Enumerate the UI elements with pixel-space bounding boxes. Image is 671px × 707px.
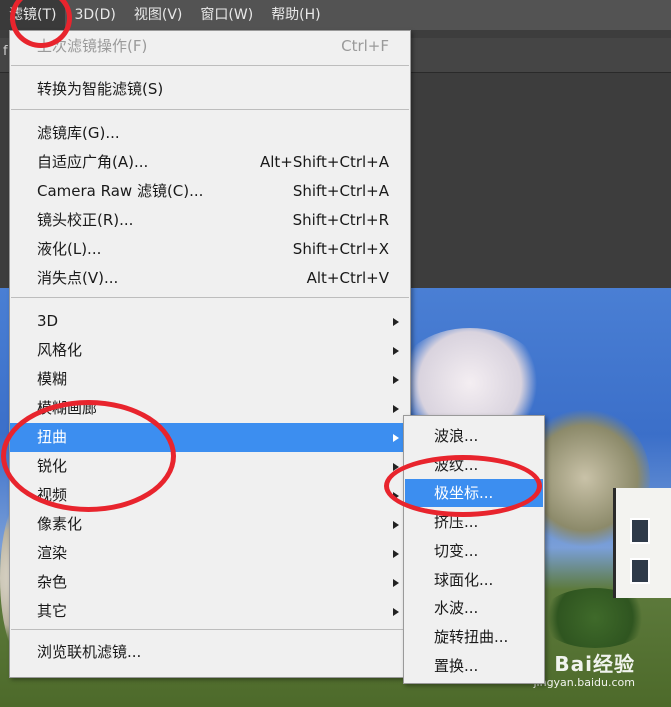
menu-item-render[interactable]: 渲染 xyxy=(10,539,410,568)
house-window xyxy=(630,518,650,544)
menu-item-label: 转换为智能滤镜(S) xyxy=(37,80,164,98)
menu-item-label: 浏览联机滤镜... xyxy=(37,643,142,661)
menu-item-stylize[interactable]: 风格化 xyxy=(10,336,410,365)
menu-item-label: 模糊 xyxy=(37,370,68,388)
submenu-item-label: 切变... xyxy=(434,542,479,560)
menu-window[interactable]: 窗口(W) xyxy=(191,0,262,30)
submenu-arrow-icon xyxy=(393,550,399,558)
submenu-arrow-icon xyxy=(393,608,399,616)
submenu-arrow-icon xyxy=(393,318,399,326)
white-house xyxy=(613,488,671,598)
baidu-watermark-url: jingyan.baidu.com xyxy=(533,676,635,689)
submenu-item-pinch[interactable]: 挤压... xyxy=(405,508,543,536)
menu-item-blur-gallery[interactable]: 模糊画廊 xyxy=(10,394,410,423)
menu-item-liquify[interactable]: 液化(L)... Shift+Ctrl+X xyxy=(10,235,410,264)
menu-separator xyxy=(11,65,409,66)
menu-item-3d[interactable]: 3D xyxy=(10,307,410,336)
submenu-arrow-icon xyxy=(393,521,399,529)
menu-item-label: 消失点(V)... xyxy=(37,269,119,287)
menu-item-label: 3D xyxy=(37,312,59,330)
menu-item-label: 视频 xyxy=(37,486,68,504)
menu-item-shortcut: Alt+Ctrl+V xyxy=(306,269,389,287)
submenu-item-label: 水波... xyxy=(434,599,479,617)
menu-item-lens-correction[interactable]: 镜头校正(R)... Shift+Ctrl+R xyxy=(10,206,410,235)
menu-item-other[interactable]: 其它 xyxy=(10,597,410,626)
submenu-item-label: 球面化... xyxy=(434,571,494,589)
submenu-item-label: 旋转扭曲... xyxy=(434,628,509,646)
menu-item-adaptive-wide-angle[interactable]: 自适应广角(A)... Alt+Shift+Ctrl+A xyxy=(10,148,410,177)
menu-item-label: 镜头校正(R)... xyxy=(37,211,134,229)
menu-item-shortcut: Shift+Ctrl+R xyxy=(292,211,389,229)
menu-item-label: 杂色 xyxy=(37,573,68,591)
submenu-item-ripple[interactable]: 波纹... xyxy=(405,451,543,479)
menu-item-shortcut: Alt+Shift+Ctrl+A xyxy=(259,153,389,171)
menu-item-last-filter[interactable]: 上次滤镜操作(F) Ctrl+F xyxy=(10,32,410,61)
menu-item-camera-raw[interactable]: Camera Raw 滤镜(C)... Shift+Ctrl+A xyxy=(10,177,410,206)
menu-item-convert-smart-filter[interactable]: 转换为智能滤镜(S) xyxy=(10,75,410,104)
submenu-arrow-icon xyxy=(393,376,399,384)
submenu-item-label: 波纹... xyxy=(434,456,479,474)
distort-submenu: 波浪... 波纹... 极坐标... 挤压... 切变... 球面化... 水波… xyxy=(403,415,545,684)
menu-separator xyxy=(11,109,409,110)
menu-item-label: 上次滤镜操作(F) xyxy=(37,37,148,55)
filter-menu: 上次滤镜操作(F) Ctrl+F 转换为智能滤镜(S) 滤镜库(G)... 自适… xyxy=(9,30,411,678)
submenu-item-spherize[interactable]: 球面化... xyxy=(405,566,543,594)
baidu-watermark-logo: Bai经验 xyxy=(554,652,635,676)
menu-item-pixelate[interactable]: 像素化 xyxy=(10,510,410,539)
submenu-item-displace[interactable]: 置换... xyxy=(405,652,543,680)
menu-item-shortcut: Shift+Ctrl+X xyxy=(292,240,389,258)
menu-item-vanishing-point[interactable]: 消失点(V)... Alt+Ctrl+V xyxy=(10,264,410,293)
submenu-arrow-icon xyxy=(393,434,399,442)
menu-item-filter-gallery[interactable]: 滤镜库(G)... xyxy=(10,119,410,148)
menu-item-label: 渲染 xyxy=(37,544,68,562)
submenu-item-label: 挤压... xyxy=(434,513,479,531)
submenu-item-polar-coordinates[interactable]: 极坐标... xyxy=(405,479,543,507)
submenu-item-label: 波浪... xyxy=(434,427,479,445)
menu-item-label: 液化(L)... xyxy=(37,240,102,258)
menu-item-label: 风格化 xyxy=(37,341,83,359)
submenu-arrow-icon xyxy=(393,347,399,355)
house-window xyxy=(630,558,650,584)
menu-item-label: 像素化 xyxy=(37,515,83,533)
menu-separator xyxy=(11,629,409,630)
submenu-item-shear[interactable]: 切变... xyxy=(405,537,543,565)
submenu-arrow-icon xyxy=(393,463,399,471)
menu-item-label: 扭曲 xyxy=(37,428,68,446)
menu-item-label: 滤镜库(G)... xyxy=(37,124,120,142)
menu-item-label: Camera Raw 滤镜(C)... xyxy=(37,182,204,200)
submenu-item-label: 置换... xyxy=(434,657,479,675)
menu-separator xyxy=(11,297,409,298)
menu-filter[interactable]: 滤镜(T) xyxy=(0,0,66,30)
menu-item-video[interactable]: 视频 xyxy=(10,481,410,510)
menu-item-sharpen[interactable]: 锐化 xyxy=(10,452,410,481)
submenu-arrow-icon xyxy=(393,579,399,587)
menu-item-shortcut: Ctrl+F xyxy=(341,37,389,55)
menu-item-blur[interactable]: 模糊 xyxy=(10,365,410,394)
menu-item-browse-online-filters[interactable]: 浏览联机滤镜... xyxy=(10,638,410,667)
submenu-arrow-icon xyxy=(393,405,399,413)
submenu-arrow-icon xyxy=(393,492,399,500)
menu-item-label: 模糊画廊 xyxy=(37,399,98,417)
menu-item-distort[interactable]: 扭曲 xyxy=(10,423,410,452)
menubar: 滤镜(T) 3D(D) 视图(V) 窗口(W) 帮助(H) xyxy=(0,0,671,30)
menu-item-shortcut: Shift+Ctrl+A xyxy=(292,182,389,200)
menu-3d[interactable]: 3D(D) xyxy=(65,0,124,30)
submenu-item-zigzag[interactable]: 水波... xyxy=(405,594,543,622)
submenu-item-twirl[interactable]: 旋转扭曲... xyxy=(405,623,543,651)
submenu-item-label: 极坐标... xyxy=(434,484,494,502)
submenu-item-wave[interactable]: 波浪... xyxy=(405,422,543,450)
menu-help[interactable]: 帮助(H) xyxy=(262,0,329,30)
menu-item-noise[interactable]: 杂色 xyxy=(10,568,410,597)
document-tab-fragment[interactable]: f xyxy=(3,44,8,59)
menu-view[interactable]: 视图(V) xyxy=(125,0,192,30)
menu-item-label: 锐化 xyxy=(37,457,68,475)
menu-item-label: 其它 xyxy=(37,602,68,620)
menu-item-label: 自适应广角(A)... xyxy=(37,153,149,171)
